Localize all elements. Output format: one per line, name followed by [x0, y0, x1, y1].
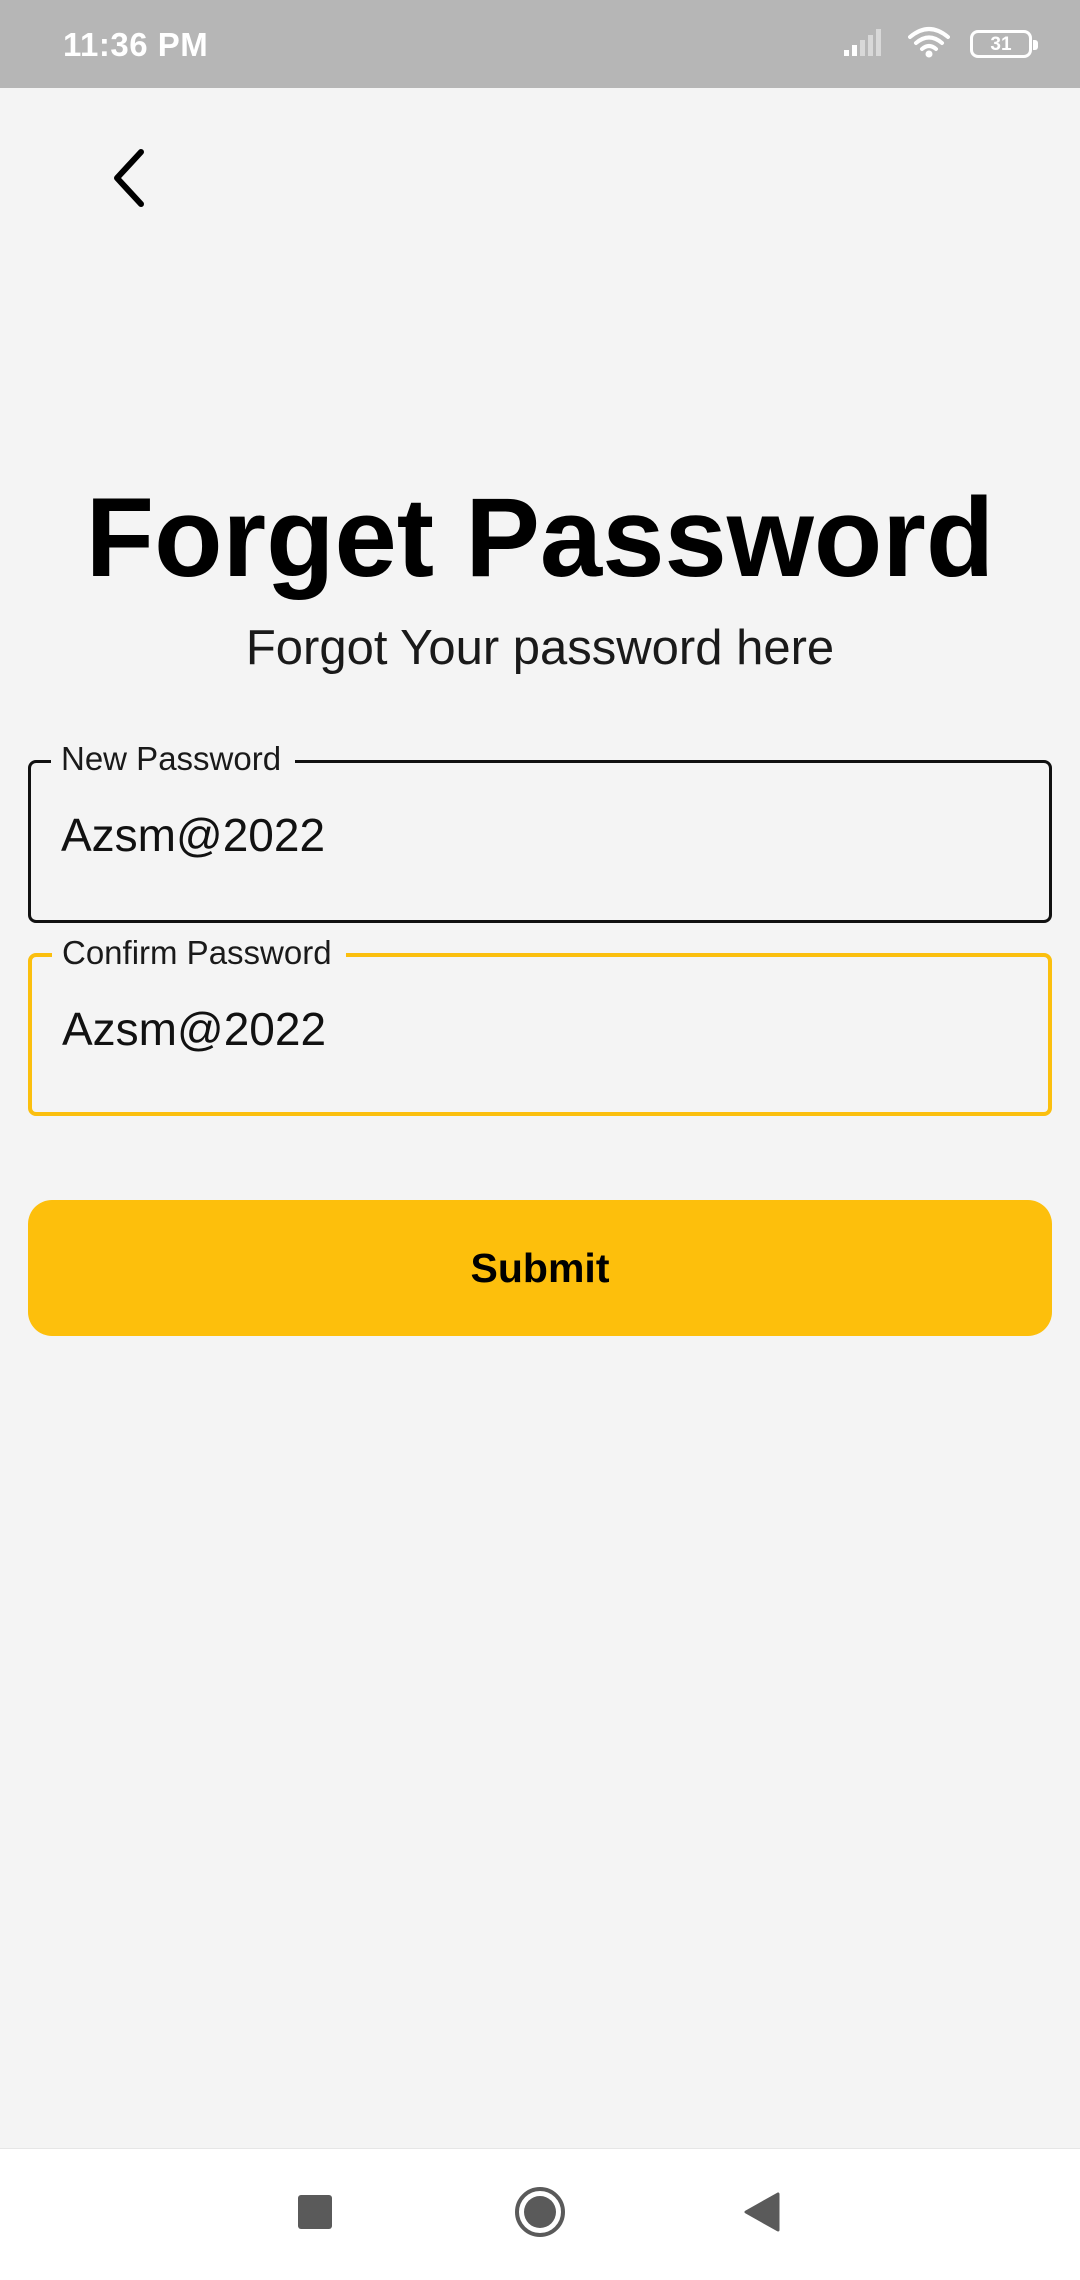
submit-label: Submit: [470, 1244, 610, 1291]
wifi-icon: [908, 26, 950, 63]
back-triangle-icon: [742, 2192, 780, 2237]
confirm-password-label: Confirm Password: [52, 933, 346, 973]
status-icons: 31: [844, 24, 1038, 64]
status-time: 11:36 PM: [63, 26, 209, 63]
new-password-field[interactable]: New Password: [28, 739, 1052, 923]
new-password-input[interactable]: [61, 803, 961, 867]
chevron-left-icon: [109, 148, 149, 213]
battery-level: 31: [990, 33, 1012, 55]
page-subtitle: Forgot Your password here: [245, 621, 835, 675]
confirm-password-field[interactable]: Confirm Password: [28, 933, 1052, 1116]
recents-button[interactable]: [280, 2179, 350, 2249]
back-nav-button[interactable]: [726, 2179, 796, 2249]
submit-button[interactable]: Submit: [28, 1200, 1052, 1336]
back-button[interactable]: [94, 140, 164, 220]
recents-square-icon: [297, 2194, 333, 2235]
battery-icon: 31: [970, 30, 1038, 58]
navigation-bar: [0, 2148, 1080, 2280]
new-password-label: New Password: [51, 739, 296, 779]
home-button[interactable]: [505, 2179, 575, 2249]
status-bar: 11:36 PM 31: [0, 0, 1080, 88]
home-circle-icon: [513, 2185, 567, 2244]
page-title: Forget Password: [85, 475, 995, 600]
confirm-password-input[interactable]: [62, 997, 962, 1061]
signal-icon: [844, 28, 888, 61]
